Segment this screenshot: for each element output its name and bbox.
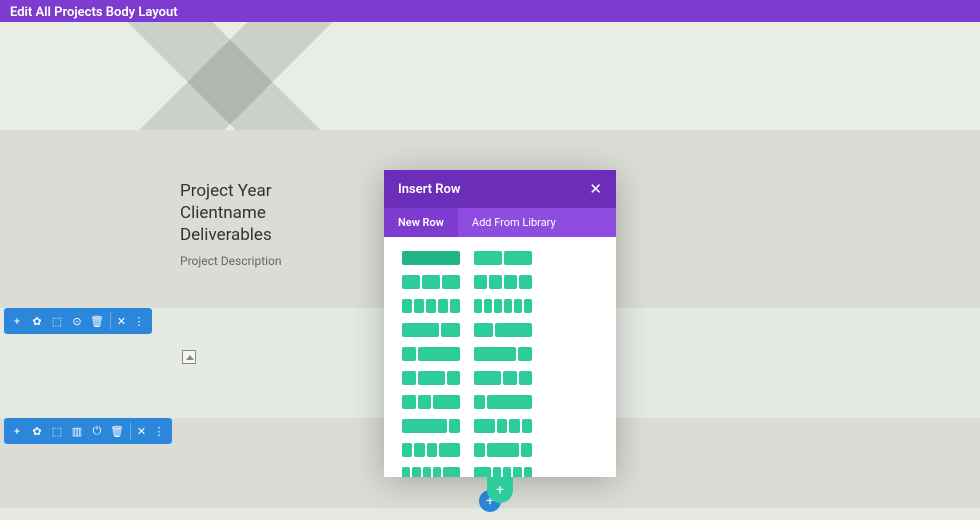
layout-1col[interactable] — [402, 251, 460, 265]
layout-2-1-1-1[interactable] — [474, 467, 532, 477]
insert-row-modal: Insert Row ✕ New Row Add From Library + — [384, 170, 616, 477]
project-description: Project Description — [180, 254, 380, 268]
layout-2-1[interactable] — [402, 323, 460, 337]
text-column: Project Year Clientname Deliverables Pro… — [180, 180, 380, 268]
save-icon[interactable]: ⊙ — [68, 312, 86, 330]
layout-1-2-1[interactable] — [402, 371, 460, 385]
more-icon[interactable]: ⋮ — [130, 312, 148, 330]
delete-icon[interactable]: 🗑 — [108, 422, 126, 440]
layout-1-1-4[interactable] — [402, 443, 460, 457]
columns-icon[interactable]: ▥ — [68, 422, 86, 440]
top-bar-title: Edit All Projects Body Layout — [10, 5, 178, 20]
project-heading: Project Year Clientname Deliverables — [180, 180, 380, 246]
add-row-icon[interactable]: + — [487, 477, 513, 503]
layout-2col[interactable] — [474, 251, 532, 265]
layout-5col[interactable] — [402, 299, 460, 313]
settings-icon[interactable]: ✿ — [28, 312, 46, 330]
tab-add-from-library[interactable]: Add From Library — [458, 208, 570, 237]
tab-new-row[interactable]: New Row — [384, 208, 458, 237]
settings-icon[interactable]: ✿ — [28, 422, 46, 440]
layout-1-4[interactable] — [474, 395, 532, 409]
heading-year: Project Year — [180, 181, 271, 201]
layout-1-2[interactable] — [474, 323, 532, 337]
layout-2-1-1[interactable] — [474, 371, 532, 385]
layout-options-grid — [384, 237, 616, 477]
plus-icon: + — [496, 482, 504, 498]
layout-1-1-1-2[interactable] — [402, 467, 460, 477]
modal-title: Insert Row — [398, 182, 461, 197]
close-icon[interactable]: ✕ — [589, 180, 602, 198]
duplicate-icon[interactable]: ⬚ — [48, 312, 66, 330]
heading-client: Clientname — [180, 203, 266, 223]
close-icon[interactable]: ✕ — [130, 422, 148, 440]
more-icon[interactable]: ⋮ — [150, 422, 168, 440]
duplicate-icon[interactable]: ⬚ — [48, 422, 66, 440]
layout-3col[interactable] — [402, 275, 460, 289]
add-icon[interactable]: + — [8, 312, 26, 330]
layout-4-1-1[interactable] — [474, 419, 532, 433]
layout-3-1[interactable] — [474, 347, 532, 361]
add-icon[interactable]: + — [8, 422, 26, 440]
layout-4col[interactable] — [474, 275, 532, 289]
section-toolbar-2: + ✿ ⬚ ▥ ⏻ 🗑 ✕ ⋮ — [4, 418, 172, 444]
layout-1-3[interactable] — [402, 347, 460, 361]
hero-section — [0, 22, 980, 130]
layout-1-3-1[interactable] — [474, 443, 532, 457]
heading-deliverables: Deliverables — [180, 225, 272, 245]
layout-1-1-2[interactable] — [402, 395, 460, 409]
power-icon[interactable]: ⏻ — [88, 422, 106, 440]
modal-tabs: New Row Add From Library — [384, 208, 616, 237]
layout-6col[interactable] — [474, 299, 532, 313]
layout-4-1[interactable] — [402, 419, 460, 433]
hero-background-x — [130, 22, 330, 130]
image-placeholder-icon — [182, 350, 196, 364]
close-icon[interactable]: ✕ — [110, 312, 128, 330]
delete-icon[interactable]: 🗑 — [88, 312, 106, 330]
top-bar: Edit All Projects Body Layout — [0, 0, 980, 22]
section-toolbar-1: + ✿ ⬚ ⊙ 🗑 ✕ ⋮ — [4, 308, 152, 334]
modal-header: Insert Row ✕ — [384, 170, 616, 208]
